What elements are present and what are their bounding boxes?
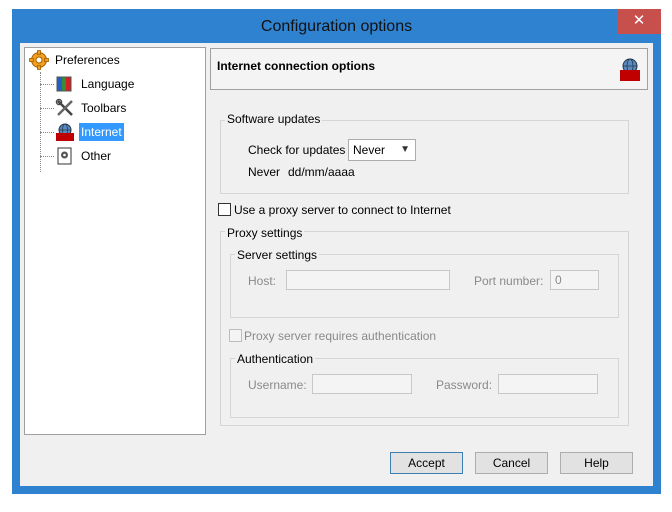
server-settings-title: Server settings — [235, 248, 320, 262]
software-updates-title: Software updates — [225, 112, 323, 126]
tree-item-preferences[interactable]: Preferences — [29, 50, 199, 70]
port-input[interactable]: 0 — [550, 270, 599, 290]
auth-required-checkbox[interactable] — [229, 329, 242, 342]
auth-required-label: Proxy server requires authentication — [244, 329, 437, 343]
internet-globe-icon — [56, 123, 74, 141]
tree-item-internet[interactable]: Internet — [55, 122, 195, 142]
tree-line — [40, 84, 54, 85]
tree-item-label: Language — [81, 77, 135, 91]
check-updates-value: Never — [353, 143, 386, 157]
tree-line — [40, 108, 54, 109]
password-input[interactable] — [498, 374, 598, 394]
tree-line — [40, 132, 54, 133]
tree-item-language[interactable]: Language — [55, 74, 195, 94]
last-update-label: Never — [248, 165, 281, 179]
last-update-date: dd/mm/aaaa — [288, 165, 355, 179]
password-label: Password: — [436, 378, 493, 392]
username-input[interactable] — [312, 374, 412, 394]
authentication-title: Authentication — [235, 352, 316, 366]
chevron-down-icon: ▼ — [400, 144, 410, 155]
help-button[interactable]: Help — [560, 452, 633, 474]
check-updates-label: Check for updates — [248, 143, 346, 157]
tree-line — [40, 156, 54, 157]
accept-button[interactable]: Accept — [390, 452, 463, 474]
use-proxy-label: Use a proxy server to connect to Interne… — [234, 203, 451, 217]
tree-item-label: Toolbars — [81, 101, 127, 115]
tree-item-other[interactable]: Other — [55, 146, 195, 166]
username-label: Username: — [248, 378, 307, 392]
window-title: Configuration options — [260, 18, 413, 35]
close-button[interactable]: ✕ — [617, 9, 661, 34]
title-bar[interactable]: Configuration options ✕ — [12, 9, 661, 43]
software-updates-group — [220, 120, 629, 194]
document-gear-icon — [57, 147, 72, 165]
tools-icon — [55, 98, 73, 116]
options-tree[interactable]: Preferences Language Toolbars Internet O… — [24, 47, 206, 435]
tree-item-label: Preferences — [55, 53, 120, 67]
proxy-settings-title: Proxy settings — [225, 226, 305, 240]
tree-item-toolbars[interactable]: Toolbars — [55, 98, 195, 118]
internet-globe-icon — [620, 58, 640, 81]
tree-line — [40, 72, 41, 172]
section-title: Internet connection options — [217, 59, 375, 73]
cancel-button[interactable]: Cancel — [475, 452, 548, 474]
host-label: Host: — [248, 274, 277, 288]
tree-item-label: Other — [81, 149, 112, 163]
host-input[interactable] — [286, 270, 450, 290]
section-header: Internet connection options — [210, 48, 648, 90]
gear-cog-icon — [29, 50, 49, 70]
configuration-window: Configuration options ✕ Preferences Lang… — [12, 9, 661, 494]
language-flag-icon — [56, 76, 72, 92]
check-updates-select[interactable]: Never ▼ — [348, 139, 416, 161]
tree-item-label: Internet — [79, 123, 124, 141]
port-label: Port number: — [474, 274, 544, 288]
use-proxy-checkbox[interactable] — [218, 203, 231, 216]
close-icon: ✕ — [632, 12, 646, 29]
port-input-value: 0 — [555, 273, 562, 287]
dialog-client-area: Preferences Language Toolbars Internet O… — [20, 43, 653, 486]
